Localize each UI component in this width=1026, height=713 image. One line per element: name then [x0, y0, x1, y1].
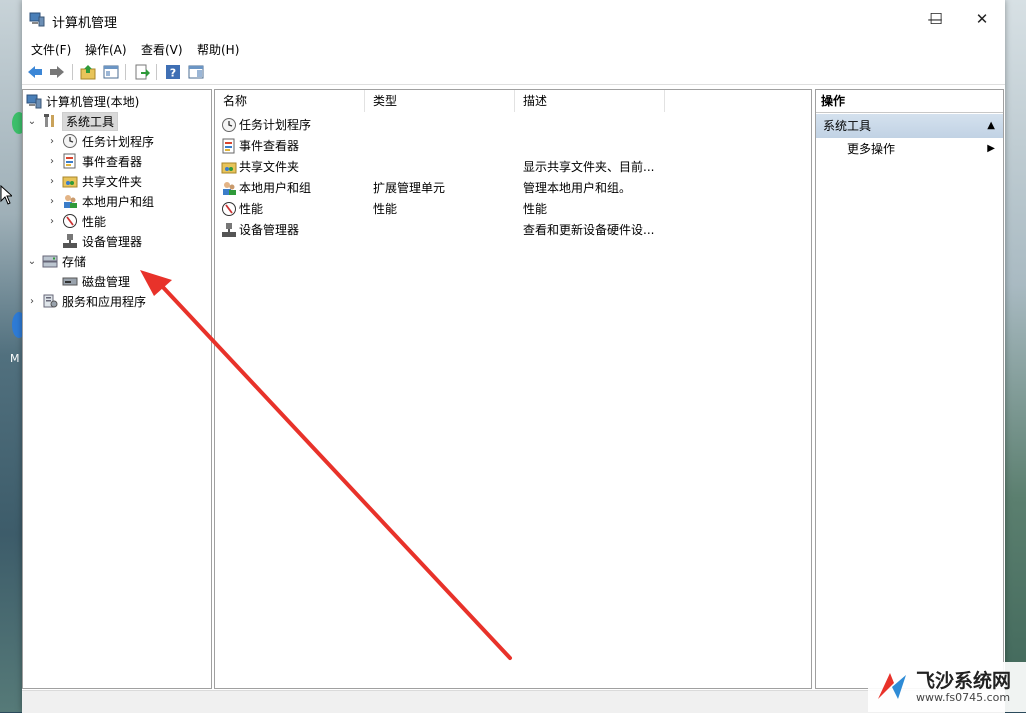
watermark: 飞沙系统网 www.fs0745.com — [868, 662, 1026, 712]
watermark-brand: 飞沙系统网 — [916, 669, 1012, 692]
annotation-arrow-shaft — [158, 282, 512, 660]
watermark-logo-icon — [878, 673, 906, 699]
annotation-arrow — [140, 270, 512, 660]
watermark-url: www.fs0745.com — [916, 690, 1011, 704]
